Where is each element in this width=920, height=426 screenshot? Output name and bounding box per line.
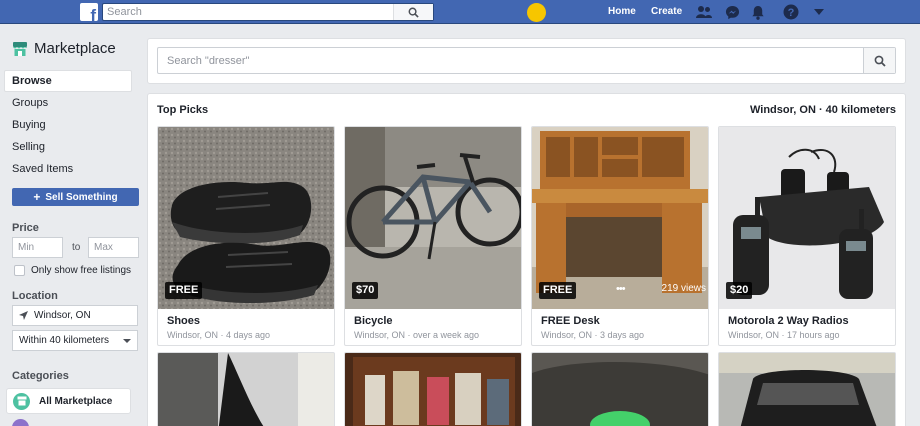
account-menu-caret-down-icon[interactable] — [811, 4, 827, 20]
help-icon[interactable]: ? — [783, 4, 799, 20]
marketplace-search-input[interactable] — [158, 48, 858, 73]
listing-photo[interactable] — [532, 353, 709, 426]
location-field[interactable]: Windsor, ON — [12, 305, 138, 326]
search-icon — [408, 7, 419, 18]
distance-value: Within 40 kilometers — [19, 335, 110, 346]
free-listings-checkbox[interactable] — [14, 265, 25, 276]
listing-title[interactable]: Bicycle — [354, 315, 393, 327]
listing-photo[interactable]: $70 — [345, 127, 521, 309]
category-all-marketplace[interactable]: All Marketplace — [6, 388, 131, 414]
listing-photo[interactable] — [158, 353, 335, 426]
listing-title[interactable]: FREE Desk — [541, 315, 600, 327]
location-label: Location — [12, 290, 58, 302]
sell-something-button[interactable]: + Sell Something — [12, 188, 139, 206]
sidebar-item-saved-items[interactable]: Saved Items — [4, 158, 132, 180]
sell-something-label: Sell Something — [45, 191, 118, 203]
storefront-icon — [13, 42, 27, 56]
location-radius-link[interactable]: Windsor, ON · 40 kilometers — [750, 104, 896, 116]
listing-card[interactable] — [718, 352, 896, 426]
sidebar-item-browse[interactable]: Browse — [4, 70, 132, 92]
search-icon — [874, 55, 886, 67]
marketplace-search-button[interactable] — [863, 48, 895, 73]
location-arrow-icon — [19, 310, 28, 320]
listing-meta: Windsor, ON · 4 days ago — [167, 330, 271, 340]
location-value: Windsor, ON — [34, 310, 91, 321]
listing-card[interactable] — [157, 352, 335, 426]
listing-photo[interactable]: FREE — [158, 127, 334, 309]
listing-photo[interactable] — [345, 353, 522, 426]
listing-meta: Windsor, ON · 17 hours ago — [728, 330, 840, 340]
marketplace-search[interactable] — [157, 47, 896, 74]
more-options-icon[interactable]: ••• — [616, 282, 626, 296]
sidebar-item-buying[interactable]: Buying — [4, 114, 132, 136]
sidebar-item-groups[interactable]: Groups — [4, 92, 132, 114]
storefront-icon — [13, 392, 30, 410]
top-navigation-bar: f Home Create ? — [0, 0, 920, 24]
create-link[interactable]: Create — [651, 6, 682, 18]
listing-title[interactable]: Motorola 2 Way Radios — [728, 315, 849, 327]
max-price-input[interactable] — [88, 237, 139, 258]
listing-title[interactable]: Shoes — [167, 315, 200, 327]
listing-photo[interactable]: FREE ••• 219 views — [532, 127, 708, 309]
global-search-input[interactable] — [103, 4, 403, 20]
facebook-logo-icon[interactable]: f — [80, 3, 98, 21]
listing-meta: Windsor, ON · 3 days ago — [541, 330, 645, 340]
price-badge: $20 — [726, 282, 753, 299]
price-label: Price — [12, 222, 39, 234]
top-picks-title: Top Picks — [157, 104, 209, 116]
category-icon[interactable] — [12, 419, 29, 426]
min-price-input[interactable] — [12, 237, 63, 258]
global-search-button[interactable] — [393, 4, 433, 20]
listing-card[interactable]: FREE Shoes Windsor, ON · 4 days ago — [157, 126, 335, 346]
listing-card[interactable] — [344, 352, 522, 426]
free-listings-label: Only show free listings — [31, 265, 132, 276]
view-count: 219 views — [661, 283, 706, 294]
listing-meta: Windsor, ON · over a week ago — [354, 330, 480, 340]
chevron-down-icon — [123, 339, 131, 343]
marketplace-header[interactable]: Marketplace — [12, 39, 116, 59]
profile-avatar[interactable] — [527, 3, 546, 22]
marketplace-title: Marketplace — [34, 40, 116, 57]
category-label: All Marketplace — [39, 395, 113, 407]
listing-photo[interactable] — [719, 353, 896, 426]
price-to-label: to — [72, 242, 81, 253]
friends-icon[interactable] — [696, 4, 712, 20]
sidebar-item-selling[interactable]: Selling — [4, 136, 132, 158]
bell-icon[interactable] — [750, 4, 766, 20]
plus-icon: + — [33, 190, 41, 204]
listing-card[interactable]: $70 Bicycle Windsor, ON · over a week ag… — [344, 126, 522, 346]
messenger-icon[interactable] — [724, 4, 740, 20]
price-badge: FREE — [165, 282, 203, 299]
listing-card[interactable]: $20 Motorola 2 Way Radios Windsor, ON · … — [718, 126, 896, 346]
price-badge: FREE — [539, 282, 577, 299]
svg-text:?: ? — [788, 7, 795, 19]
distance-select[interactable]: Within 40 kilometers — [12, 330, 138, 351]
price-badge: $70 — [352, 282, 379, 299]
listing-photo[interactable]: $20 — [719, 127, 895, 309]
global-search[interactable] — [102, 3, 434, 21]
home-link[interactable]: Home — [608, 6, 636, 18]
listing-card[interactable]: FREE ••• 219 views FREE Desk Windsor, ON… — [531, 126, 709, 346]
categories-label: Categories — [12, 370, 69, 382]
listing-card[interactable] — [531, 352, 709, 426]
